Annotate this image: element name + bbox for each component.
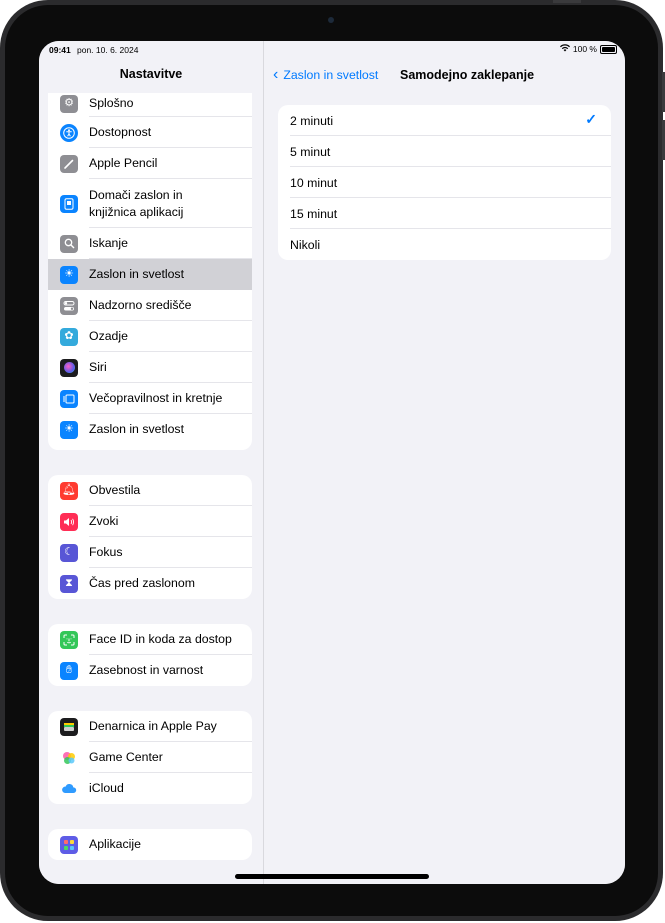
- status-indicators: 100 %: [559, 44, 617, 54]
- sidebar-item-display-brightness-selected[interactable]: ☀ Zaslon in svetlost: [48, 259, 252, 290]
- flower-icon: ✿: [60, 327, 78, 346]
- multitasking-icon: [60, 389, 78, 408]
- sidebar-item-sounds[interactable]: Zvoki: [48, 506, 252, 537]
- sidebar-item-game-center[interactable]: Game Center: [48, 742, 252, 773]
- sidebar-item-siri[interactable]: Siri: [48, 352, 252, 383]
- sidebar-item-label: Čas pred zaslonom: [89, 576, 195, 590]
- toggles-icon: [60, 296, 78, 315]
- sidebar-item-apps[interactable]: Aplikacije: [48, 829, 252, 860]
- sidebar-group-system: ⚙ Splošno Dostopnost Apple Pencil Domači…: [48, 93, 252, 450]
- sidebar-item-label: Zaslon in svetlost: [89, 267, 185, 281]
- option-5-minutes[interactable]: 5 minut: [278, 136, 611, 167]
- option-label: 10 minut: [290, 175, 338, 190]
- sidebar-item-label: Zasebnost in varnost: [89, 663, 204, 677]
- apps-grid-icon: [60, 835, 78, 854]
- pencil-icon: [60, 154, 78, 173]
- wallet-icon: [60, 717, 78, 736]
- sidebar-item-display-brightness[interactable]: ☀ Zaslon in svetlost: [48, 414, 252, 445]
- option-label: 2 minuti: [290, 113, 334, 128]
- sidebar-item-home-screen[interactable]: Domači zaslon in knjižnica aplikacij: [48, 179, 252, 228]
- home-indicator[interactable]: [235, 874, 429, 879]
- sidebar-item-label: Apple Pencil: [89, 156, 158, 170]
- hourglass-icon: ⧗: [60, 574, 78, 593]
- search-icon: [60, 234, 78, 253]
- option-label: Nikoli: [290, 237, 321, 252]
- screen: 09:41 pon. 10. 6. 2024 100 % Nastavitve …: [39, 41, 625, 884]
- sidebar-item-wallpaper[interactable]: ✿ Ozadje: [48, 321, 252, 352]
- sidebar-item-label: Zaslon in svetlost: [89, 422, 185, 436]
- bell-icon: 🔔︎: [60, 481, 78, 500]
- sidebar-group-accounts: Denarnica in Apple Pay Game Center iClou…: [48, 711, 252, 804]
- settings-sidebar: Nastavitve ⚙ Splošno Dostopnost Apple Pe…: [39, 41, 264, 884]
- brightness-icon: ☀: [60, 265, 78, 284]
- sidebar-item-icloud[interactable]: iCloud: [48, 773, 252, 804]
- cloud-icon: [60, 779, 78, 798]
- sidebar-item-label: Domači zaslon in knjižnica aplikacij: [89, 187, 184, 219]
- battery-percentage: 100 %: [572, 44, 597, 54]
- sidebar-item-label: Obvestila: [89, 483, 141, 497]
- sidebar-item-label: Denarnica in Apple Pay: [89, 719, 217, 733]
- hand-icon: ✋︎: [60, 661, 78, 680]
- back-button-label: Zaslon in svetlost: [283, 68, 379, 82]
- faceid-icon: [60, 630, 78, 649]
- top-button: [553, 0, 581, 3]
- chevron-left-icon: ‹: [273, 66, 279, 83]
- game-center-icon: [60, 748, 78, 767]
- option-2-minutes[interactable]: 2 minuti ✓: [278, 105, 611, 136]
- sidebar-item-apple-pencil[interactable]: Apple Pencil: [48, 148, 252, 179]
- checkmark-icon: ✓: [585, 111, 597, 127]
- home-screen-icon: [60, 194, 78, 213]
- sidebar-item-label: Siri: [89, 360, 107, 374]
- sidebar-title: Nastavitve: [119, 67, 183, 81]
- option-label: 15 minut: [290, 206, 338, 221]
- sidebar-item-label: Iskanje: [89, 236, 128, 250]
- option-label: 5 minut: [290, 144, 331, 159]
- sidebar-item-focus[interactable]: ☾ Fokus: [48, 537, 252, 568]
- back-button[interactable]: ‹ Zaslon in svetlost: [273, 67, 378, 83]
- page-title: Samodejno zaklepanje: [400, 68, 535, 82]
- sidebar-item-label: Ozadje: [89, 329, 128, 343]
- sidebar-item-label: Splošno: [89, 96, 134, 110]
- sidebar-item-control-center[interactable]: Nadzorno središče: [48, 290, 252, 321]
- option-15-minutes[interactable]: 15 minut: [278, 198, 611, 229]
- sidebar-item-search[interactable]: Iskanje: [48, 228, 252, 259]
- moon-icon: ☾: [60, 543, 78, 562]
- option-10-minutes[interactable]: 10 minut: [278, 167, 611, 198]
- sidebar-item-multitasking[interactable]: Večopravilnost in kretnje: [48, 383, 252, 414]
- sidebar-group-apps: Aplikacije: [48, 829, 252, 860]
- speaker-icon: [60, 512, 78, 531]
- sidebar-item-label: Nadzorno središče: [89, 298, 192, 312]
- wifi-icon: [559, 44, 570, 54]
- sidebar-item-screen-time[interactable]: ⧗ Čas pred zaslonom: [48, 568, 252, 599]
- status-time: 09:41: [49, 45, 71, 55]
- sidebar-item-general[interactable]: ⚙ Splošno: [48, 93, 252, 117]
- sidebar-item-accessibility[interactable]: Dostopnost: [48, 117, 252, 148]
- siri-icon: [60, 358, 78, 377]
- sidebar-item-label: Večopravilnost in kretnje: [89, 391, 223, 405]
- sidebar-item-notifications[interactable]: 🔔︎ Obvestila: [48, 475, 252, 506]
- brightness-icon: ☀: [60, 420, 78, 439]
- sidebar-item-label: Zvoki: [89, 514, 119, 528]
- sidebar-group-security: Face ID in koda za dostop ✋︎ Zasebnost i…: [48, 624, 252, 686]
- detail-pane: ‹ Zaslon in svetlost Samodejno zaklepanj…: [264, 41, 625, 884]
- sidebar-item-label: Dostopnost: [89, 125, 152, 139]
- gear-icon: ⚙: [60, 94, 78, 113]
- auto-lock-options: 2 minuti ✓ 5 minut 10 minut 15 minut Nik…: [278, 105, 611, 260]
- sidebar-group-notifications: 🔔︎ Obvestila Zvoki ☾ Fokus ⧗ Čas pred za…: [48, 475, 252, 599]
- accessibility-icon: [60, 123, 78, 142]
- sidebar-item-label: iCloud: [89, 781, 124, 795]
- battery-icon: [600, 44, 617, 54]
- sidebar-item-label: Game Center: [89, 750, 163, 764]
- sidebar-item-wallet[interactable]: Denarnica in Apple Pay: [48, 711, 252, 742]
- option-never[interactable]: Nikoli: [278, 229, 611, 260]
- sidebar-item-face-id[interactable]: Face ID in koda za dostop: [48, 624, 252, 655]
- front-camera: [328, 17, 334, 23]
- sidebar-item-label: Fokus: [89, 545, 123, 559]
- status-date: pon. 10. 6. 2024: [77, 45, 139, 55]
- sidebar-item-label: Face ID in koda za dostop: [89, 632, 232, 646]
- status-bar: 09:41 pon. 10. 6. 2024 100 %: [39, 41, 625, 59]
- sidebar-item-privacy[interactable]: ✋︎ Zasebnost in varnost: [48, 655, 252, 686]
- sidebar-item-label: Aplikacije: [89, 837, 141, 851]
